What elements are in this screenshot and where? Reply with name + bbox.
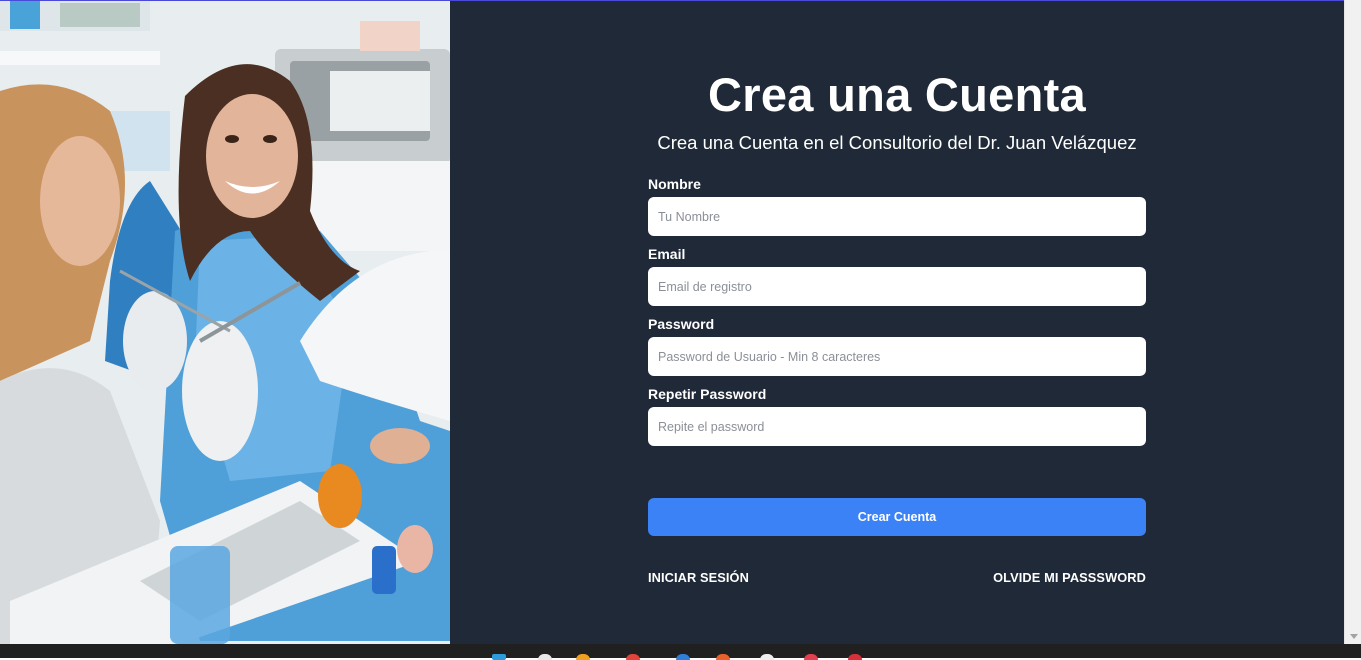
taskbar-app-icon[interactable] xyxy=(848,654,862,660)
page-title: Crea una Cuenta xyxy=(708,68,1086,121)
login-link[interactable]: INICIAR SESIÓN xyxy=(648,570,749,585)
taskbar-app-icon[interactable] xyxy=(716,654,730,660)
password-label: Password xyxy=(648,316,715,332)
email-label: Email xyxy=(648,246,686,262)
dental-clinic-photo xyxy=(0,1,450,644)
field-repeat-password: Repetir Password xyxy=(648,385,1146,446)
taskbar-app-icon[interactable] xyxy=(576,654,590,660)
scroll-down-arrow-icon[interactable] xyxy=(1350,634,1358,639)
auth-links: INICIAR SESIÓN OLVIDE MI PASSSWORD xyxy=(648,570,1146,585)
password-input[interactable] xyxy=(648,337,1146,376)
taskbar-app-icon[interactable] xyxy=(626,654,640,660)
repeat-password-label: Repetir Password xyxy=(648,386,767,402)
register-form: Nombre Email Password Repetir Password xyxy=(648,175,1146,455)
os-taskbar xyxy=(0,644,1361,660)
vertical-scrollbar[interactable] xyxy=(1344,0,1361,644)
field-email: Email xyxy=(648,245,1146,306)
app-window: Crea una Cuenta Crea una Cuenta en el Co… xyxy=(0,0,1344,644)
nombre-label: Nombre xyxy=(648,176,701,192)
register-panel: Crea una Cuenta Crea una Cuenta en el Co… xyxy=(450,1,1344,644)
taskbar-app-icon[interactable] xyxy=(676,654,690,660)
repeat-password-input[interactable] xyxy=(648,407,1146,446)
taskbar-app-icon[interactable] xyxy=(760,654,774,660)
taskbar-app-icon[interactable] xyxy=(804,654,818,660)
nombre-input[interactable] xyxy=(648,197,1146,236)
forgot-password-link[interactable]: OLVIDE MI PASSSWORD xyxy=(993,570,1146,585)
taskbar-app-icon[interactable] xyxy=(492,654,506,660)
field-password: Password xyxy=(648,315,1146,376)
field-nombre: Nombre xyxy=(648,175,1146,236)
email-input[interactable] xyxy=(648,267,1146,306)
taskbar-app-icon[interactable] xyxy=(538,654,552,660)
create-account-button[interactable]: Crear Cuenta xyxy=(648,498,1146,536)
hero-image xyxy=(0,1,450,644)
page-subtitle: Crea una Cuenta en el Consultorio del Dr… xyxy=(657,132,1137,153)
